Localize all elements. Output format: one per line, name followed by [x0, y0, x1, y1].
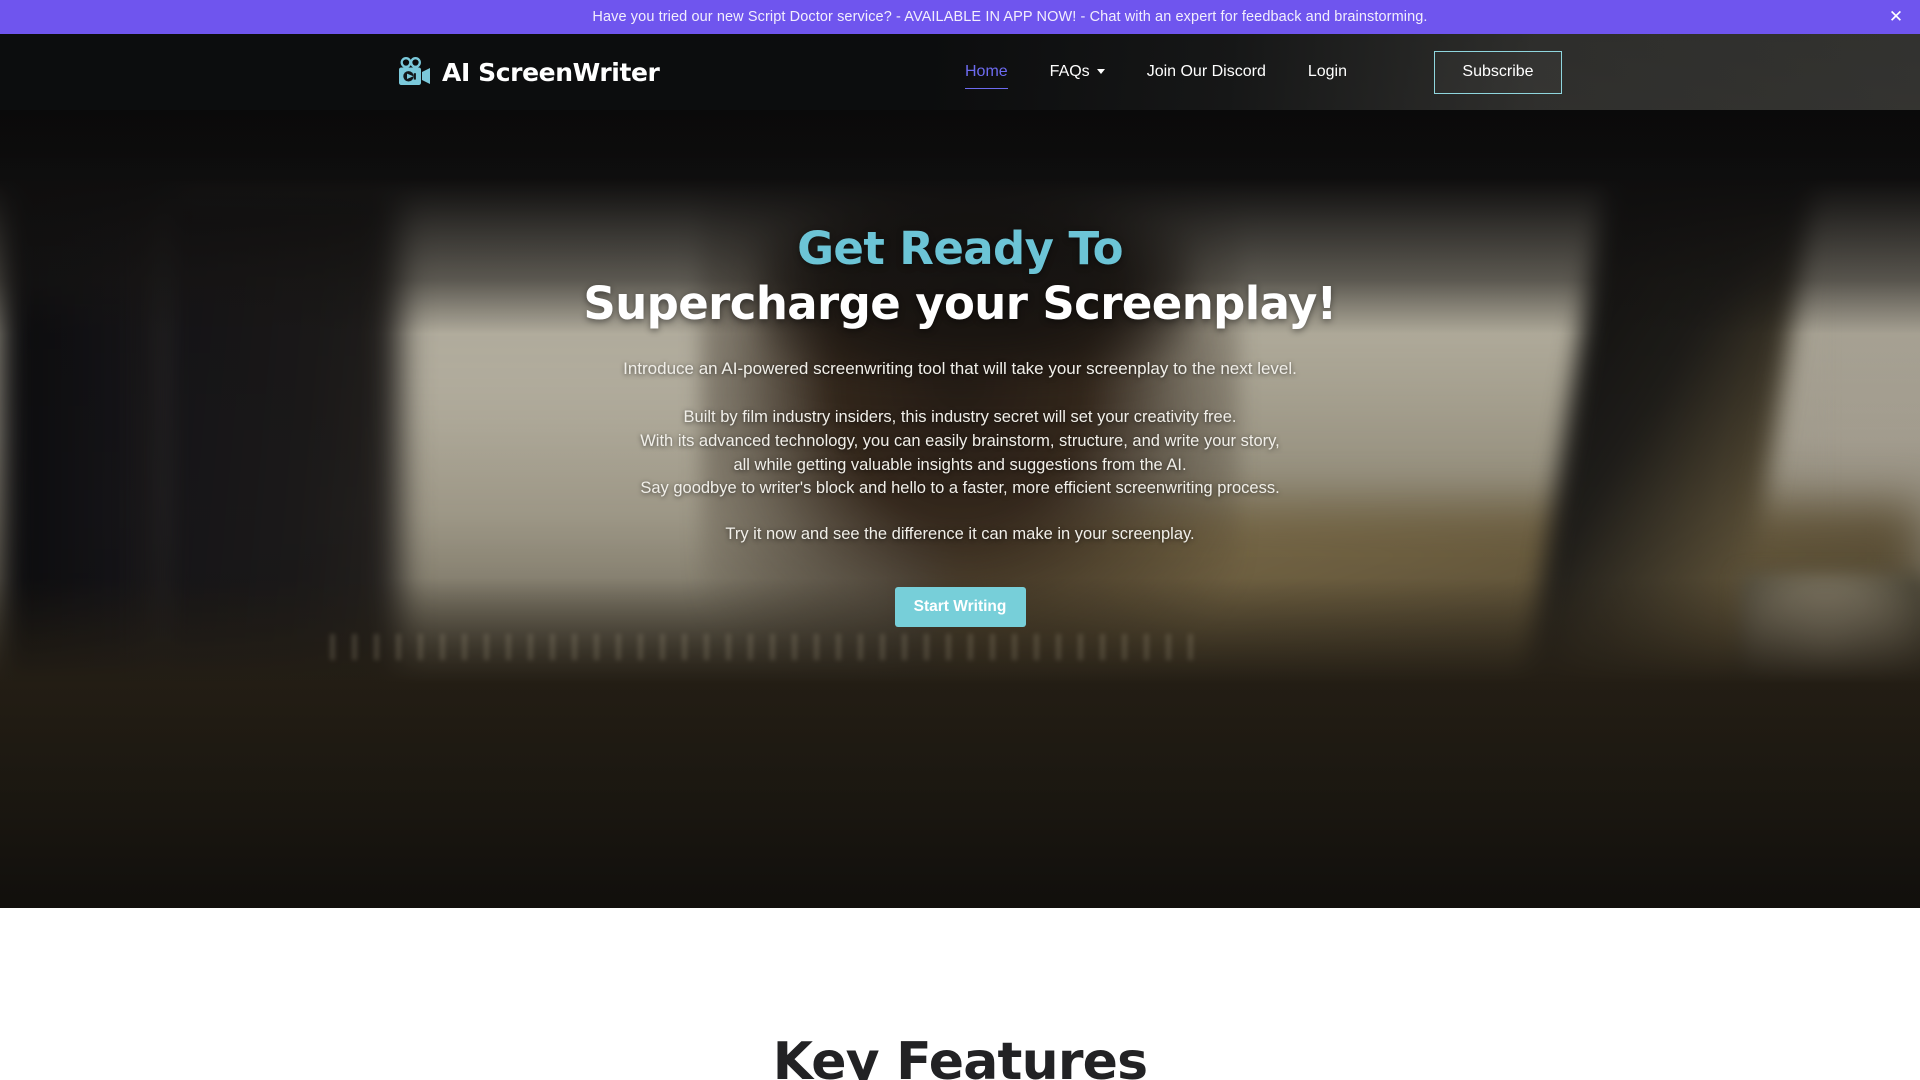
nav-item-discord-label: Join Our Discord — [1146, 63, 1266, 80]
features-section: Key Features — [0, 908, 1920, 1080]
announcement-banner-text: Have you tried our new Script Doctor ser… — [592, 9, 1428, 25]
logo-text: AI ScreenWriter — [442, 57, 660, 87]
start-writing-button-label: Start Writing — [913, 598, 1007, 615]
nav-item-login-label: Login — [1307, 63, 1347, 80]
nav-item-home[interactable]: Home — [944, 63, 1029, 89]
hero-section: AI ScreenWriter Home FAQs Join Our Disco… — [0, 34, 1920, 908]
close-icon[interactable]: ✕ — [1886, 7, 1906, 27]
nav-item-login[interactable]: Login — [1287, 64, 1368, 80]
features-title: Key Features — [772, 1032, 1148, 1080]
film-camera-icon — [399, 57, 430, 85]
hero-headline: Supercharge your Screenplay! — [583, 277, 1337, 331]
hero-body-line: all while getting valuable insights and … — [733, 455, 1187, 474]
nav-item-home-label: Home — [964, 63, 1008, 80]
subscribe-button-label: Subscribe — [1462, 63, 1534, 80]
site-header: AI ScreenWriter Home FAQs Join Our Disco… — [0, 34, 1920, 110]
start-writing-button[interactable]: Start Writing — [894, 587, 1026, 627]
subscribe-button[interactable]: Subscribe — [1434, 50, 1562, 94]
nav-item-discord[interactable]: Join Our Discord — [1126, 64, 1287, 80]
hero-body: Built by film industry insiders, this in… — [0, 406, 1920, 501]
announcement-banner: Have you tried our new Script Doctor ser… — [0, 0, 1920, 34]
hero-eyebrow: Get Ready To — [797, 222, 1123, 275]
hero-content: Get Ready To Supercharge your Screenplay… — [0, 34, 1920, 627]
hero-body-line: Built by film industry insiders, this in… — [683, 408, 1237, 427]
hero-lede: Introduce an AI-powered screenwriting to… — [623, 359, 1297, 379]
logo[interactable]: AI ScreenWriter — [397, 57, 660, 87]
hero-closer: Try it now and see the difference it can… — [725, 525, 1195, 543]
nav-item-faqs[interactable]: FAQs — [1029, 64, 1126, 80]
nav-item-faqs-label: FAQs — [1049, 63, 1090, 80]
main-nav: Home FAQs Join Our Discord Login — [944, 63, 1368, 89]
hero-body-line: Say goodbye to writer's block and hello … — [640, 479, 1280, 498]
hero-body-line: With its advanced technology, you can ea… — [640, 431, 1280, 450]
chevron-down-icon — [1096, 69, 1105, 74]
